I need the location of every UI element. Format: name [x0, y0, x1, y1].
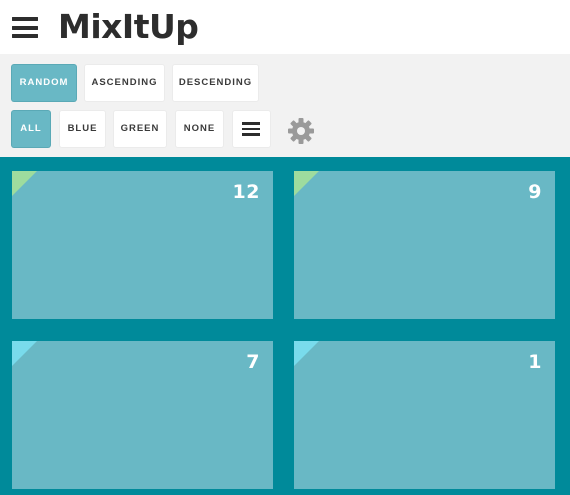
- blue-tag-corner: [12, 341, 37, 366]
- layout-toggle-button[interactable]: [233, 111, 270, 147]
- filter-blue-button[interactable]: BLUE: [60, 111, 105, 147]
- controls-panel: RANDOM ASCENDING DESCENDING ALL BLUE GRE…: [0, 54, 570, 157]
- filter-all-button[interactable]: ALL: [12, 111, 50, 147]
- grid-card[interactable]: 7: [12, 341, 273, 489]
- sort-random-button[interactable]: RANDOM: [12, 65, 76, 101]
- sort-ascending-button[interactable]: ASCENDING: [85, 65, 164, 101]
- gear-icon[interactable]: [287, 117, 315, 145]
- list-layout-icon: [242, 122, 260, 136]
- green-tag-corner: [294, 171, 319, 196]
- sort-descending-button[interactable]: DESCENDING: [173, 65, 258, 101]
- card-number: 7: [246, 351, 260, 373]
- hamburger-icon[interactable]: [12, 17, 38, 39]
- filter-none-button[interactable]: NONE: [176, 111, 223, 147]
- card-number: 9: [528, 181, 542, 203]
- card-number: 1: [528, 351, 542, 373]
- filter-green-button[interactable]: GREEN: [114, 111, 166, 147]
- grid-card[interactable]: 9: [294, 171, 555, 319]
- grid-card[interactable]: 12: [12, 171, 273, 319]
- grid-card[interactable]: 1: [294, 341, 555, 489]
- header: MixItUp: [0, 0, 570, 54]
- card-number: 12: [232, 181, 260, 203]
- logo: MixItUp: [58, 7, 199, 46]
- green-tag-corner: [12, 171, 37, 196]
- mix-grid: 12 9 7 1: [0, 157, 570, 495]
- blue-tag-corner: [294, 341, 319, 366]
